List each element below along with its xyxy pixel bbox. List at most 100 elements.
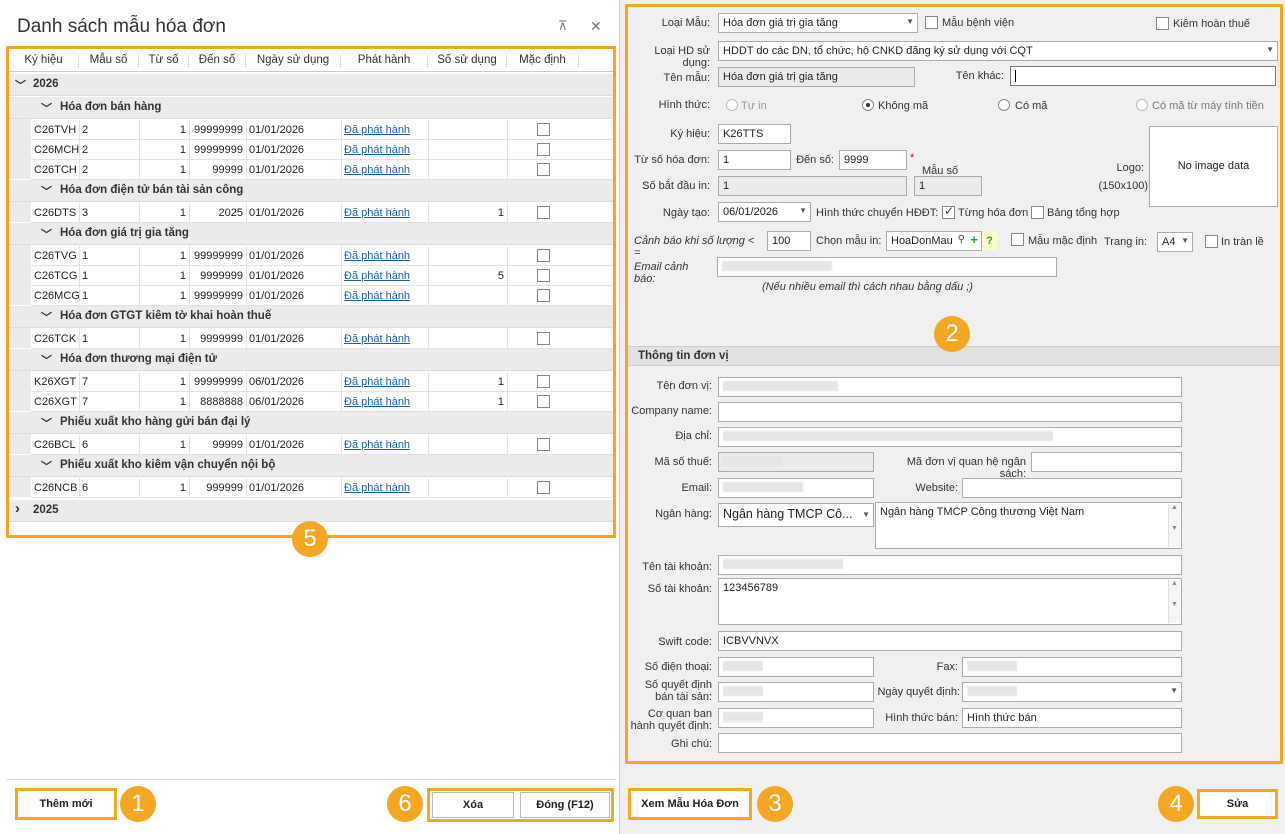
tu-so-input[interactable]: 1 — [718, 150, 791, 170]
sdt-input[interactable] — [718, 657, 874, 677]
kiem-hoan-thue-checkbox[interactable] — [1156, 17, 1169, 30]
logo-placeholder: No image data — [1177, 160, 1250, 172]
fax-label: Fax: — [936, 661, 958, 673]
ngay-qd-input[interactable]: ▼ — [962, 682, 1182, 702]
edit-button[interactable]: Sửa — [1197, 789, 1278, 819]
chevron-down-icon: ▼ — [862, 510, 870, 519]
ky-hieu-input[interactable]: K26TTS — [718, 124, 791, 144]
so-qd-label-line2: bán tài sản: — [655, 691, 712, 703]
mst-field — [718, 452, 874, 472]
in-tran-le-checkbox[interactable] — [1205, 235, 1218, 248]
so-bat-dau-field: 1 — [718, 176, 907, 196]
ht-chuyen-label: Hình thức chuyển HĐĐT: — [816, 207, 939, 219]
loai-mau-label: Loại Mẫu: — [661, 17, 710, 29]
tung-hoa-don-checkbox[interactable] — [942, 204, 955, 219]
scrollbar[interactable]: ▲ ▼ — [1168, 580, 1180, 623]
pin-icon[interactable]: ⊼ — [558, 18, 568, 34]
website-input[interactable] — [962, 478, 1182, 498]
loai-hd-value: HDDT do các DN, tổ chức, hộ CNKD đăng ký… — [723, 45, 1033, 57]
loai-hd-select[interactable]: HDDT do các DN, tổ chức, hộ CNKD đăng ký… — [718, 41, 1278, 61]
cq-label-line2: hành quyết định: — [630, 720, 712, 732]
chevron-down-icon: ▼ — [1266, 45, 1274, 54]
bang-tong-hop-checkbox[interactable] — [1031, 206, 1044, 219]
ngan-hang-full-field: Ngân hàng TMCP Công thương Việt Nam ▲ ▼ — [875, 502, 1182, 549]
company-name-label: Company name: — [631, 405, 712, 417]
ten-khac-input[interactable] — [1010, 66, 1276, 86]
den-so-input[interactable]: 9999 — [839, 150, 907, 170]
logo-image-box[interactable]: No image data — [1149, 126, 1278, 207]
redacted-value — [723, 431, 1053, 441]
so-tk-label: Số tài khoản: — [647, 583, 712, 595]
callout-badge-6: 6 — [387, 786, 423, 822]
so-qd-input[interactable] — [718, 682, 874, 702]
chevron-down-icon: ▼ — [1181, 236, 1189, 245]
ghi-chu-input[interactable] — [718, 733, 1182, 753]
fax-input[interactable] — [962, 657, 1182, 677]
canh-bao-input[interactable]: 100 — [767, 231, 811, 251]
mau-benh-vien-label: Mẫu bệnh viện — [942, 17, 1015, 29]
ma-qhns-label: Mã đơn vị quan hệ ngân sách: — [906, 456, 1026, 480]
cq-label-line1: Cơ quan ban — [647, 708, 712, 720]
cq-input[interactable] — [718, 708, 874, 728]
divider — [6, 779, 616, 780]
bang-tong-hop-label: Bảng tổng hợp — [1047, 207, 1120, 219]
loai-hd-label: Loại HD sử dụng: — [654, 45, 710, 69]
redacted-value — [723, 559, 843, 569]
redacted-value — [723, 661, 763, 671]
loai-mau-select[interactable]: Hóa đơn giá trị gia tăng ▼ — [718, 13, 918, 33]
ngan-hang-value: Ngân hàng TMCP Cô... — [723, 507, 853, 521]
help-icon[interactable]: ? — [982, 232, 997, 250]
radio-co-ma[interactable] — [998, 99, 1010, 111]
ten-mau-field: Hóa đơn giá trị gia tăng — [718, 67, 915, 87]
email-input[interactable] — [718, 478, 874, 498]
close-icon[interactable]: ✕ — [590, 18, 602, 35]
ngay-tao-input[interactable]: 06/01/2026 ▼ — [718, 202, 811, 222]
logo-size-label: (150x100) — [1098, 180, 1148, 192]
den-so-label: Đến số: — [796, 154, 834, 166]
mau-benh-vien-checkbox[interactable] — [925, 16, 938, 29]
in-tran-le-label: In tràn lề — [1221, 236, 1264, 248]
redacted-value — [722, 261, 832, 271]
email-canh-bao-input[interactable] — [717, 257, 1057, 277]
add-icon[interactable]: + — [970, 232, 978, 247]
swift-input[interactable]: ICBVVNVX — [718, 631, 1182, 651]
ngan-hang-select[interactable]: Ngân hàng TMCP Cô... ▼ — [718, 503, 874, 527]
chevron-down-icon: ▼ — [906, 17, 914, 26]
search-icon[interactable]: ⚲ — [958, 234, 965, 245]
radio-tu-in[interactable] — [726, 99, 738, 111]
trang-in-select[interactable]: A4 ▼ — [1157, 232, 1193, 252]
redacted-value — [967, 686, 1017, 696]
scrollbar[interactable]: ▲ ▼ — [1168, 504, 1180, 547]
ten-khac-label: Tên khác: — [955, 70, 1004, 82]
mau-mac-dinh-checkbox[interactable] — [1011, 233, 1024, 246]
ten-tk-input[interactable] — [718, 555, 1182, 575]
callout-badge-2: 2 — [934, 316, 970, 352]
so-qd-label: Số quyết định bán tài sản: — [630, 679, 712, 703]
ten-don-vi-label: Tên đơn vị: — [656, 380, 712, 392]
mau-so-field: 1 — [914, 176, 982, 196]
dia-chi-input[interactable] — [718, 427, 1182, 447]
so-bat-dau-label: Số bắt đầu in: — [642, 180, 710, 192]
chon-mau-label: Chọn mẫu in: — [816, 235, 882, 247]
dia-chi-label: Địa chỉ: — [675, 430, 712, 442]
add-new-button[interactable]: Thêm mới — [15, 788, 117, 820]
radio-co-ma-may[interactable] — [1136, 99, 1148, 111]
so-tk-input[interactable]: 123456789 ▲ ▼ — [718, 578, 1182, 625]
chon-mau-input[interactable]: HoaDonMau ⚲ + — [886, 231, 982, 251]
delete-button[interactable]: Xóa — [432, 792, 514, 818]
redacted-value — [723, 381, 838, 391]
ghi-chu-label: Ghi chú: — [671, 738, 712, 750]
logo-label: Logo: — [1116, 162, 1144, 174]
radio-tu-in-label: Tự in — [741, 100, 767, 112]
ma-qhns-input[interactable] — [1031, 452, 1182, 472]
email-note: (Nếu nhiều email thì cách nhau bằng dấu … — [762, 281, 973, 293]
template-list-panel: Danh sách mẫu hóa đơn ⊼ ✕ Ký hiệu Mẫu số T… — [0, 0, 620, 834]
close-button[interactable]: Đóng (F12) — [520, 792, 610, 818]
view-template-button[interactable]: Xem Mẫu Hóa Đơn — [628, 788, 752, 820]
radio-khong-ma[interactable] — [862, 99, 874, 111]
hinh-thuc-ban-label: Hình thức bán: — [885, 712, 958, 724]
ten-don-vi-input[interactable] — [718, 377, 1182, 397]
hinh-thuc-ban-input[interactable]: Hình thức bán — [962, 708, 1182, 728]
radio-khong-ma-label: Không mã — [878, 100, 929, 112]
company-name-input[interactable] — [718, 402, 1182, 422]
